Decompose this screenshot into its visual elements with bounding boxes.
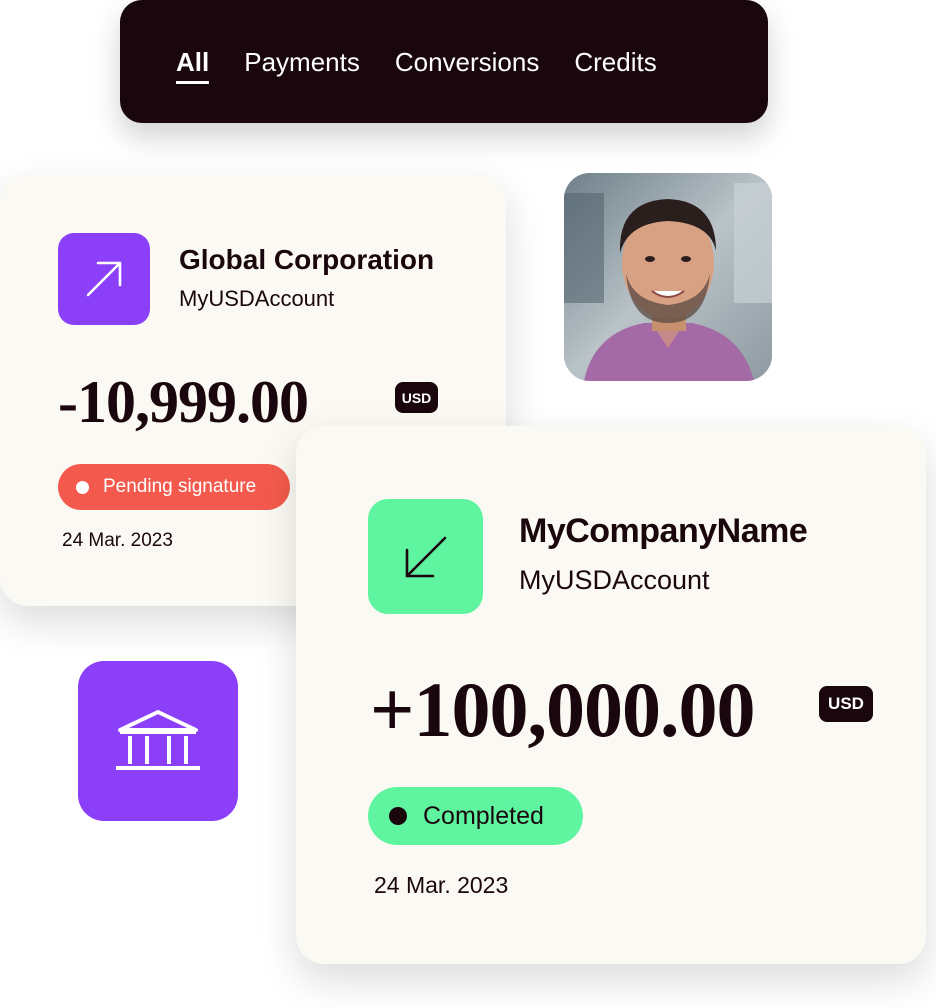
tab-payments[interactable]: Payments	[244, 49, 360, 75]
account-name: MyUSDAccount	[179, 286, 335, 311]
status-badge: Pending signature	[58, 464, 290, 510]
status-label: Completed	[423, 801, 544, 830]
avatar	[564, 173, 772, 381]
status-label: Pending signature	[103, 476, 257, 497]
arrow-down-left-icon	[368, 499, 483, 614]
transaction-date: 24 Mar. 2023	[62, 530, 173, 551]
transaction-card-incoming[interactable]: MyCompanyName MyUSDAccount +100,000.00 U…	[296, 426, 926, 964]
counterparty-name: MyCompanyName	[519, 512, 808, 550]
arrow-up-right-icon	[58, 233, 150, 325]
transaction-amount: +100,000.00	[370, 666, 755, 753]
tab-all[interactable]: All	[176, 49, 210, 84]
status-dot-icon	[389, 807, 407, 825]
transaction-filter-tabs: All Payments Conversions Credits	[120, 0, 768, 123]
counterparty-name: Global Corporation	[179, 244, 435, 275]
account-name: MyUSDAccount	[519, 565, 710, 595]
currency-badge: USD	[395, 382, 438, 413]
transaction-date: 24 Mar. 2023	[374, 872, 509, 898]
transaction-amount: -10,999.00	[58, 369, 309, 435]
status-badge: Completed	[368, 787, 583, 845]
bank-icon	[78, 661, 238, 821]
currency-badge: USD	[819, 686, 873, 722]
status-dot-icon	[76, 480, 89, 494]
tab-conversions[interactable]: Conversions	[395, 49, 540, 75]
tab-credits[interactable]: Credits	[574, 49, 656, 75]
